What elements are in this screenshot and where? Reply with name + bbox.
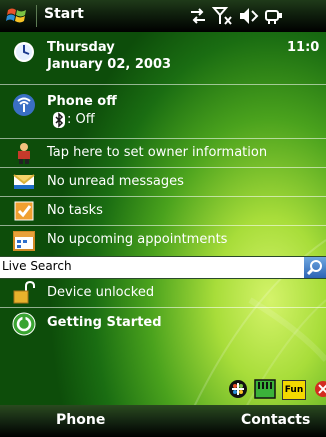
memory-card-icon[interactable] [254,379,276,399]
tasks-row[interactable]: No tasks [0,197,326,226]
start-menu-button[interactable]: Start [44,6,84,22]
phone-status-label: Phone off [47,94,117,109]
volume-mute-icon[interactable] [238,6,259,26]
today-screen: Start Thursday January 02, 2003 11:0 Pho… [0,0,326,437]
tasks-label: No tasks [47,203,103,218]
phone-row[interactable]: Phone off : Off [0,85,326,139]
phone-softkey[interactable]: Phone [56,412,105,428]
windows-flag-icon[interactable] [6,6,28,26]
appointments-label: No upcoming appointments [47,232,228,247]
no-signal-icon[interactable] [211,6,232,26]
weekday-label: Thursday [47,40,115,55]
live-search-label: Live Search [2,259,72,273]
unlocked-padlock-icon [12,280,36,305]
sync-icon[interactable] [188,6,208,26]
clock-icon [12,40,36,64]
messages-label: No unread messages [47,174,184,189]
bluetooth-status-label: : Off [67,112,95,127]
device-lock-label: Device unlocked [47,285,155,300]
fun-icon[interactable]: Fun [282,380,306,400]
bluetooth-icon [53,112,65,128]
live-search-bar[interactable]: Live Search [0,256,326,279]
title-bar: Start [0,0,326,32]
calendar-icon [12,229,36,253]
search-icon[interactable] [304,257,326,278]
getting-started-label: Getting Started [47,315,162,330]
windows-live-icon[interactable] [228,379,248,399]
date-row[interactable]: Thursday January 02, 2003 11:0 [0,32,326,85]
appointments-row[interactable]: No upcoming appointments [0,226,326,256]
phone-antenna-icon [12,93,36,117]
owner-info-row[interactable]: Tap here to set owner information [0,139,326,168]
clock-time: 11:0 [287,40,320,55]
owner-info-label: Tap here to set owner information [47,145,268,160]
device-lock-row[interactable]: Device unlocked [0,279,326,308]
messages-row[interactable]: No unread messages [0,168,326,197]
owner-icon [12,141,36,165]
title-divider [36,5,37,27]
close-icon[interactable] [314,380,326,398]
getting-started-icon [12,312,36,336]
connection-icon[interactable] [263,6,283,26]
contacts-softkey[interactable]: Contacts [241,412,310,428]
full-date-label: January 02, 2003 [47,57,172,72]
task-check-icon [12,199,36,223]
getting-started-row[interactable]: Getting Started [0,308,326,340]
envelope-icon [12,170,36,194]
softkey-bar: Phone Contacts [0,405,326,437]
